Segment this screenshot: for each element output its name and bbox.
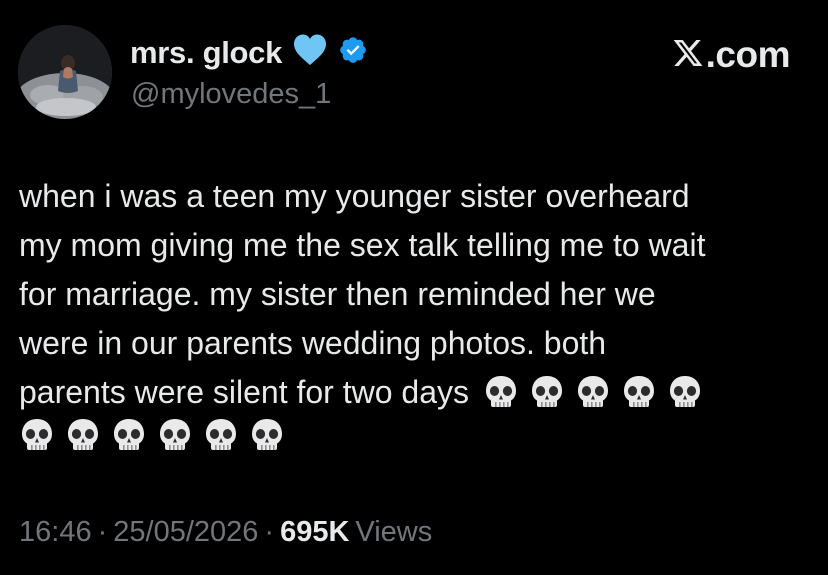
skull-emoji-icon <box>667 374 703 412</box>
light-blue-heart-icon <box>292 33 328 72</box>
separator: · <box>264 516 275 548</box>
author-name-row[interactable]: mrs. glock <box>130 33 368 72</box>
tweet-text: when i was a teen my younger sister over… <box>19 172 809 455</box>
skull-emoji-icon <box>621 374 657 412</box>
tweet-line-with-emoji: parents were silent for two days <box>19 368 809 417</box>
skull-emoji-icon <box>65 417 101 455</box>
skull-emoji-icon <box>203 417 239 455</box>
skull-emoji-icon <box>529 374 565 412</box>
skull-emoji-icon <box>575 374 611 412</box>
skull-emoji-icon <box>483 374 519 412</box>
tweet-line: parents were silent for two days <box>19 374 469 410</box>
separator: · <box>97 516 108 548</box>
skull-emoji-group <box>483 374 703 412</box>
skull-emoji-icon <box>157 417 193 455</box>
author-handle[interactable]: @mylovedes_1 <box>131 78 331 111</box>
tweet-date[interactable]: 25/05/2026 <box>113 516 258 549</box>
tweet-time[interactable]: 16:46 <box>19 516 92 549</box>
skull-emoji-group <box>19 417 285 455</box>
tweet-line: my mom giving me the sex talk telling me… <box>19 227 706 263</box>
views-count: 695K <box>280 516 350 548</box>
tweet-meta: 16:46 · 25/05/2026 · 695K Views <box>19 516 432 549</box>
views-label: Views <box>355 516 433 548</box>
verified-badge-icon[interactable] <box>338 35 368 70</box>
avatar-image <box>18 25 112 119</box>
skull-emoji-icon <box>111 417 147 455</box>
x-brand: .com <box>671 34 791 76</box>
tweet-line: when i was a teen my younger sister over… <box>19 178 690 214</box>
tweet-emoji-line <box>19 417 809 455</box>
avatar[interactable] <box>18 25 112 119</box>
x-logo-icon <box>671 37 705 74</box>
tweet-line: for marriage. my sister then reminded he… <box>19 276 656 312</box>
skull-emoji-icon <box>249 417 285 455</box>
display-name[interactable]: mrs. glock <box>130 35 282 71</box>
tweet-line: were in our parents wedding photos. both <box>19 325 607 361</box>
skull-emoji-icon <box>19 417 55 455</box>
brand-suffix: .com <box>705 34 791 75</box>
